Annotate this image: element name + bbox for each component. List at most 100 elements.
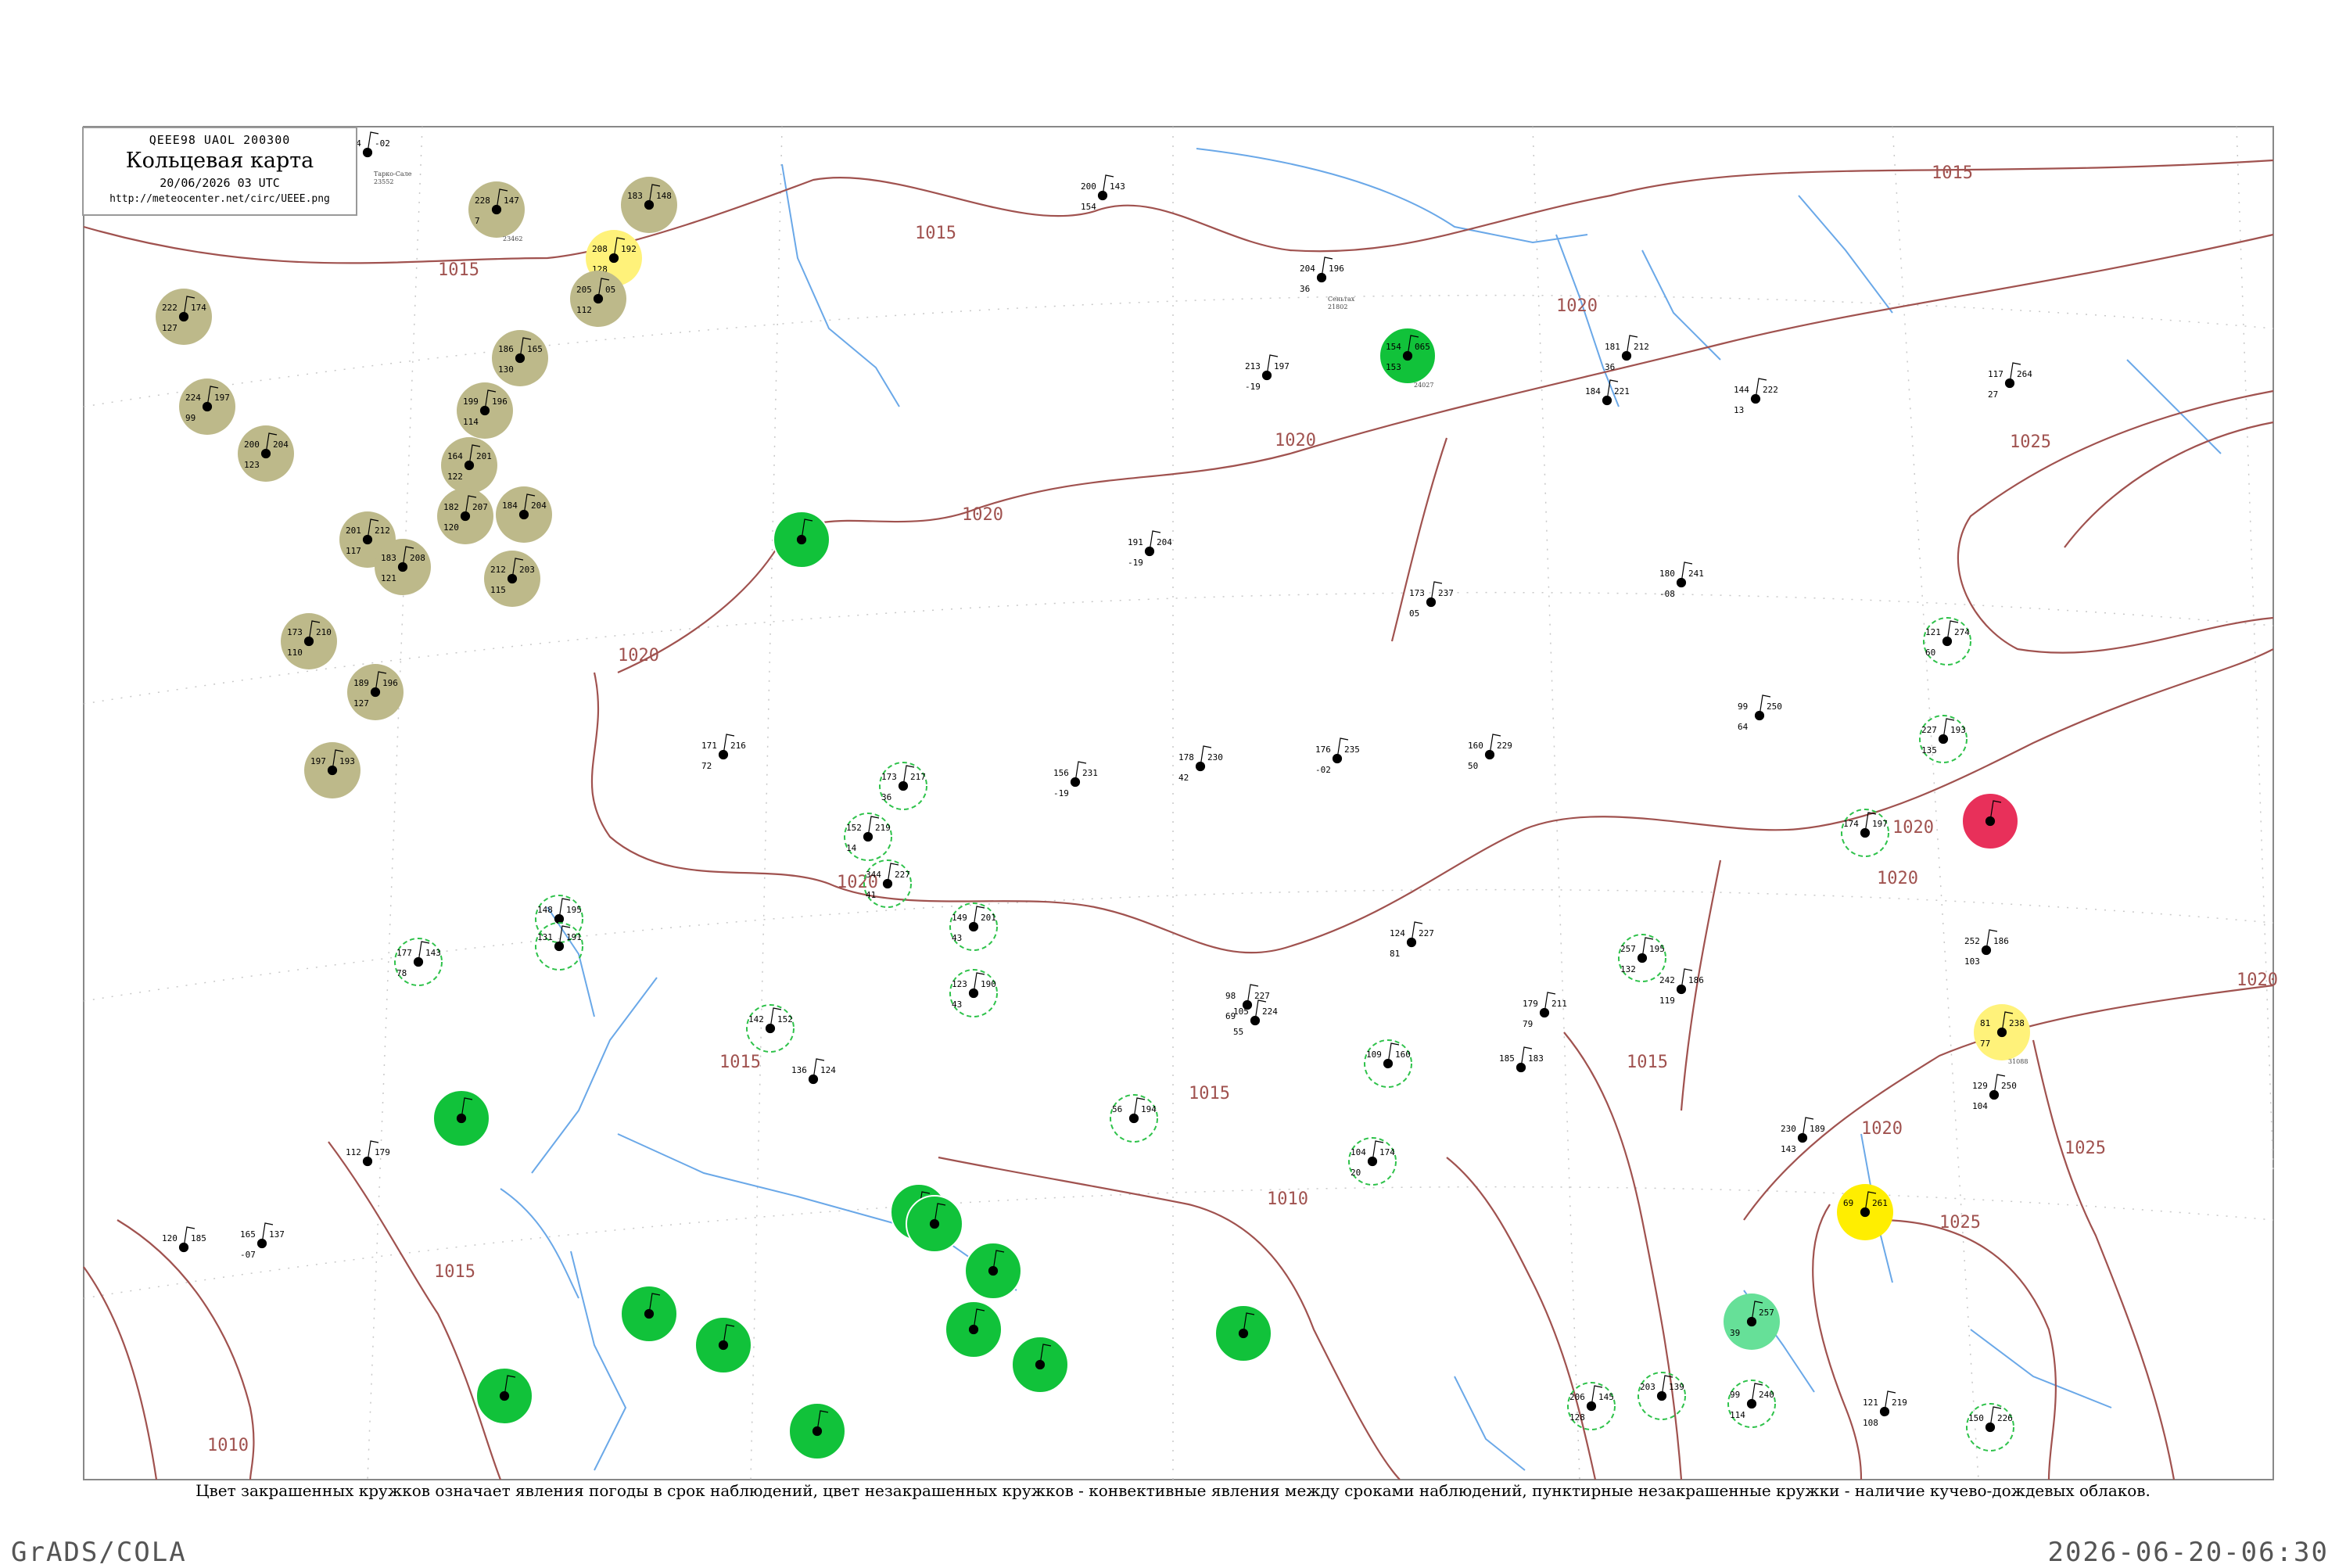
- station-plot[interactable]: 212 203 115: [484, 551, 540, 607]
- station-pressure: 165: [240, 1229, 256, 1240]
- station-plot[interactable]: [694, 1316, 752, 1374]
- station-plot[interactable]: [620, 1285, 678, 1343]
- station-plot[interactable]: [1214, 1304, 1272, 1362]
- isobar-label: 1015: [915, 224, 956, 243]
- station-plot[interactable]: 197 193: [304, 742, 361, 798]
- station-tendency: 143: [1110, 181, 1125, 192]
- station-plot[interactable]: 120 185: [162, 1226, 206, 1253]
- station-tendency: 274: [1954, 627, 1970, 637]
- station-tendency: 065: [1415, 342, 1430, 352]
- station-plot[interactable]: 179 211 79: [1523, 992, 1567, 1029]
- station-pressure: 344: [866, 870, 881, 880]
- station-plot[interactable]: 109 160: [1364, 1039, 1412, 1088]
- station-plot[interactable]: 171 216 72: [701, 734, 746, 771]
- station-plot[interactable]: 186 165 130: [492, 330, 548, 386]
- station-plot[interactable]: [1961, 792, 2019, 850]
- station-plot[interactable]: 136 124: [791, 1058, 836, 1085]
- station-plot[interactable]: 213 197 -19: [1245, 354, 1290, 392]
- station-plot[interactable]: 173 210 110: [281, 613, 337, 669]
- station-plot[interactable]: 56 194: [1110, 1094, 1158, 1143]
- station-plot[interactable]: 123 190 43: [949, 969, 998, 1017]
- station-plot[interactable]: 156 231 -19: [1053, 761, 1098, 798]
- station-plot[interactable]: 180 241 -08: [1659, 562, 1704, 599]
- station-plot[interactable]: 189 196 127: [347, 664, 404, 720]
- station-plot[interactable]: 227 193 135: [1919, 715, 1968, 763]
- station-plot[interactable]: 185 183: [1499, 1046, 1544, 1073]
- station-plot[interactable]: 81 238 77 31088: [1974, 1004, 2030, 1065]
- station-plot[interactable]: 149 201 43: [949, 902, 998, 951]
- station-plot[interactable]: 222 174 127: [156, 289, 212, 345]
- station-plot[interactable]: 191 204 -19: [1128, 530, 1172, 568]
- station-plot[interactable]: 154 065 153 24027: [1379, 327, 1437, 389]
- station-plot[interactable]: 152 219 14: [844, 813, 892, 861]
- station-plot[interactable]: 174 197: [1841, 809, 1889, 857]
- station-plot[interactable]: 182 207 120: [437, 488, 493, 544]
- station-pressure: 173: [881, 772, 897, 782]
- station-index: 23552: [374, 178, 393, 185]
- station-plot[interactable]: [945, 1301, 1003, 1358]
- station-plot[interactable]: 99 240 114: [1727, 1380, 1776, 1428]
- station-plot[interactable]: [906, 1195, 963, 1253]
- station-plot[interactable]: 131 191: [535, 922, 583, 971]
- station-plot[interactable]: 124 227 81: [1390, 921, 1434, 959]
- station-plot[interactable]: 200 204 123: [238, 425, 294, 482]
- station-plot[interactable]: 205 05 112: [570, 271, 626, 327]
- station-plot[interactable]: 160 229 50: [1468, 734, 1512, 771]
- station-plot[interactable]: [964, 1242, 1022, 1300]
- isobar-label: 1010: [207, 1436, 249, 1455]
- station-plot[interactable]: [773, 511, 830, 569]
- station-plot[interactable]: 183 208 121: [375, 539, 431, 595]
- station-tendency: 174: [191, 303, 206, 313]
- station-pressure: 205: [576, 285, 592, 295]
- station-plot[interactable]: 176 235 -02: [1315, 737, 1360, 775]
- station-plot[interactable]: 104 174 20: [1348, 1137, 1397, 1186]
- station-pressure: 180: [1659, 569, 1675, 579]
- station-tendency: 264: [2017, 369, 2032, 379]
- station-tendency: 193: [1950, 725, 1966, 735]
- station-plot[interactable]: [1011, 1336, 1069, 1394]
- station-plot[interactable]: 69 261: [1837, 1184, 1893, 1240]
- station-tendency: 212: [375, 526, 390, 536]
- station-plot[interactable]: 257 195 132: [1618, 934, 1666, 982]
- station-tendency: 219: [875, 823, 891, 833]
- station-plot[interactable]: 144 222 13: [1734, 378, 1778, 415]
- station-plot[interactable]: 173 217 36: [879, 762, 927, 810]
- station-name: Сеньтах: [1328, 296, 1355, 303]
- station-plot[interactable]: 203 139: [1638, 1372, 1686, 1420]
- station-plot[interactable]: 184 221: [1585, 379, 1630, 406]
- station-plot[interactable]: 117 264 27: [1988, 362, 2032, 400]
- station-plot[interactable]: 142 152: [746, 1004, 795, 1053]
- station-plot[interactable]: 183 148: [621, 177, 677, 233]
- station-plot[interactable]: 228 147 7 23462: [468, 181, 525, 242]
- station-tendency: 230: [1207, 752, 1223, 762]
- station-plot[interactable]: 99 250 64: [1738, 694, 1782, 732]
- station-plot[interactable]: 164 201 122: [441, 437, 497, 493]
- station-plot[interactable]: 230 189 143: [1781, 1117, 1825, 1154]
- station-plot[interactable]: [788, 1402, 846, 1460]
- station-pressure: 112: [346, 1147, 361, 1157]
- station-plot[interactable]: 178 230 42: [1178, 745, 1223, 783]
- station-plot[interactable]: [432, 1089, 490, 1147]
- station-plot[interactable]: 105 224 55: [1233, 999, 1278, 1037]
- station-plot[interactable]: 173 237 05: [1409, 581, 1454, 619]
- station-pressure: 104: [1351, 1147, 1366, 1157]
- station-plot[interactable]: 112 179: [346, 1140, 390, 1167]
- station-plot[interactable]: 199 196 114: [457, 382, 513, 439]
- station-plot[interactable]: 252 186 103: [1964, 929, 2009, 967]
- station-plot[interactable]: 224 197 99: [179, 379, 235, 435]
- station-plot[interactable]: 184 204: [496, 486, 552, 543]
- station-plot[interactable]: 206 145 128: [1567, 1382, 1616, 1430]
- station-dewpoint: 127: [162, 323, 178, 333]
- station-plot[interactable]: 204 196 36 Сеньтах21802: [1300, 257, 1355, 310]
- station-plot[interactable]: 129 250 104: [1972, 1074, 2017, 1111]
- station-tendency: 196: [382, 678, 398, 688]
- station-plot[interactable]: 121 219 108: [1863, 1390, 1907, 1428]
- station-plot[interactable]: 257 39: [1724, 1294, 1780, 1350]
- station-plot[interactable]: [475, 1367, 533, 1425]
- station-pressure: 183: [381, 553, 396, 563]
- station-plot[interactable]: 121 274 60: [1923, 617, 1971, 666]
- station-dewpoint: -19: [1128, 558, 1143, 568]
- station-pressure: 173: [287, 627, 303, 637]
- station-plot[interactable]: 177 143 78: [394, 938, 443, 986]
- station-plot[interactable]: 165 137 -07: [240, 1222, 285, 1260]
